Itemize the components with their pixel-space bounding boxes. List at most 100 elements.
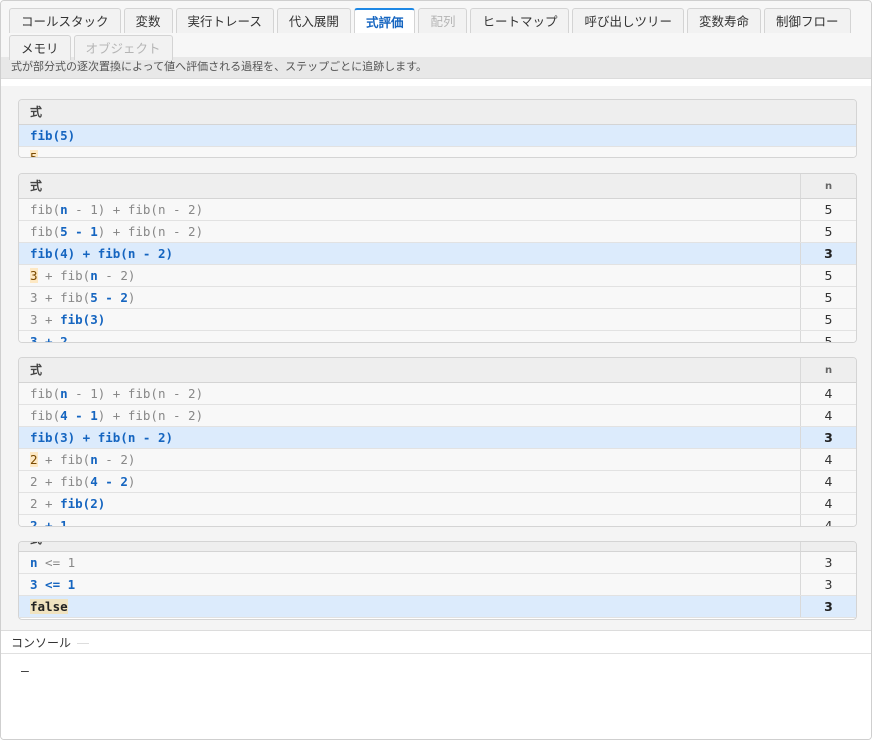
table-row-current[interactable]: fib(3) + fib(n - 2) 3 — [19, 427, 856, 449]
n-value-cell: 4 — [800, 493, 856, 514]
tab-2[interactable]: 実行トレース — [175, 8, 274, 33]
column-header-n: n — [800, 542, 856, 551]
expression-text: <= 1 — [37, 555, 76, 570]
column-header-expression: 式 — [30, 105, 43, 119]
column-header-n: n — [800, 174, 856, 198]
expression-text: fib( — [30, 386, 61, 401]
table-row[interactable]: fib(n - 1) + fib(n - 2) 5 — [19, 199, 856, 221]
expression-cell: 2 + fib(n - 2) — [19, 449, 799, 471]
tab-0[interactable]: コールスタック — [9, 8, 121, 33]
active-subexpression: n — [90, 452, 98, 467]
expression-text: - 2) — [97, 452, 136, 467]
table-row[interactable]: fib(5 - 1) + fib(n - 2) 5 — [19, 221, 856, 243]
n-value-cell: 4 — [800, 449, 856, 470]
expression-cell: 5 — [19, 147, 856, 157]
expression-text: - 2) — [97, 268, 136, 283]
panel-inner: 式 n fib(n - 1) + fib(n - 2) 4 fib(4 - 1) + f… — [19, 358, 856, 526]
n-value-cell: 4 — [800, 405, 856, 426]
n-value-cell: 3 — [800, 552, 856, 573]
n-value-cell: 3 — [800, 596, 856, 617]
expression-cell: n <= 1 — [19, 552, 799, 574]
expression-cell: fib(3) + fib(n - 2) — [19, 427, 799, 449]
n-value-cell: 4 — [800, 383, 856, 404]
expression-text: fib(3) — [30, 430, 76, 445]
expression-text: fib( — [30, 224, 61, 239]
n-value-cell: 4 — [800, 471, 856, 492]
console-header: コンソール — [1, 630, 871, 654]
table-row[interactable]: 3 + fib(3) 5 — [19, 309, 856, 331]
panel-inner: 式 fib(5) 5 — [19, 100, 856, 157]
active-subexpression: n — [30, 555, 38, 570]
expr-panel-base-case[interactable]: 式nn <= 133 <= 13false3 — [18, 541, 857, 620]
column-header-n: n — [800, 358, 856, 382]
active-subexpression: fib(2) — [60, 496, 106, 511]
expr-panel-fib5[interactable]: 式 fib(5) 5 — [18, 99, 857, 158]
table-row[interactable]: 2 + fib(4 - 2) 4 — [19, 471, 856, 493]
table-row[interactable]: 2 + fib(n - 2) 4 — [19, 449, 856, 471]
n-value-cell: 5 — [800, 309, 856, 330]
console-output[interactable]: — — [1, 654, 871, 739]
tab-4[interactable]: 式評価 — [353, 8, 416, 33]
tab-6[interactable]: ヒートマップ — [470, 8, 570, 33]
active-subexpression: 5 - 1 — [60, 224, 98, 239]
expression-text: fib( — [30, 202, 61, 217]
expression-text: - 1) + fib(n - 2) — [67, 386, 204, 401]
active-subexpression: n — [60, 386, 68, 401]
active-subexpression: n — [90, 268, 98, 283]
expr-panel-fib3[interactable]: 式 n fib(n - 1) + fib(n - 2) 4 fib(4 - 1) + f… — [18, 357, 857, 527]
active-subexpression: 4 - 1 — [60, 408, 98, 423]
expr-panel-fib4[interactable]: 式 n fib(n - 1) + fib(n - 2) 5 fib(5 - 1) + f… — [18, 173, 857, 343]
expression-cell: 3 + 2 — [19, 331, 799, 343]
expression-text: - 1) + fib(n - 2) — [67, 202, 204, 217]
tab-9[interactable]: 制御フロー — [764, 8, 851, 33]
active-subexpression: 4 - 2 — [90, 474, 128, 489]
table-row[interactable]: 3 + fib(n - 2) 5 — [19, 265, 856, 287]
active-subexpression: 3 <= 1 — [30, 577, 76, 592]
expression-cell: fib(4) + fib(n - 2) — [19, 243, 799, 265]
evaluated-value: 3 — [30, 268, 38, 283]
table-row[interactable]: 2 + 1 4 — [19, 515, 856, 526]
console-title: コンソール — [11, 636, 72, 650]
expression-eval-pane[interactable]: 式 fib(5) 5 式 n fib(n - 1) + fib(n - 2) 5 fib(5… — [1, 86, 871, 630]
active-subexpression: 3 + 2 — [30, 334, 68, 343]
table-row[interactable]: fib(4 - 1) + fib(n - 2) 4 — [19, 405, 856, 427]
expression-cell: fib(4 - 1) + fib(n - 2) — [19, 405, 799, 427]
active-subexpression: n — [60, 202, 68, 217]
table-header: 式n — [19, 542, 856, 552]
table-row[interactable]: n <= 13 — [19, 552, 856, 574]
evaluated-value: 2 — [30, 452, 38, 467]
table-row[interactable]: 5 — [19, 147, 856, 157]
table-header: 式n — [19, 358, 856, 383]
n-value-cell: 5 — [800, 287, 856, 308]
table-row[interactable]: 3 <= 1 3 — [19, 574, 856, 596]
expression-cell: fib(n - 1) + fib(n - 2) — [19, 199, 799, 221]
table-row[interactable]: 3 + 2 5 — [19, 331, 856, 343]
column-header-expression: 式 — [30, 363, 43, 377]
table-row-current[interactable]: false 3 — [19, 596, 856, 618]
table-row-current[interactable]: fib(4) + fib(n - 2) 3 — [19, 243, 856, 265]
table-row[interactable]: 2 + fib(2) 4 — [19, 493, 856, 515]
panel-inner: 式nn <= 133 <= 13false3 — [19, 542, 856, 618]
expression-text: ) + fib(n - 2) — [97, 224, 204, 239]
table-row[interactable]: fib(n - 1) + fib(n - 2) 4 — [19, 383, 856, 405]
table-row-current[interactable]: fib(5) — [19, 125, 856, 147]
active-subexpression: fib(3) — [60, 312, 106, 327]
expression-cell: 2 + fib(4 - 2) — [19, 471, 799, 493]
tab-bar: コールスタック 変数 実行トレース 代入展開 式評価 配列 ヒートマップ 呼び出しツリー 変数寿… — [1, 1, 871, 60]
tab-8[interactable]: 変数寿命 — [687, 8, 762, 33]
column-header-expression: 式 — [19, 542, 799, 552]
tab-7[interactable]: 呼び出しツリー — [572, 8, 684, 33]
expression-cell: fib(n - 1) + fib(n - 2) — [19, 383, 799, 405]
expression-text: fib(5) — [30, 128, 76, 143]
evaluated-value: 5 — [30, 150, 38, 157]
table-row[interactable]: 3 + fib(5 - 2) 5 — [19, 287, 856, 309]
table-header: 式n — [19, 174, 856, 199]
n-value-cell: 4 — [800, 515, 856, 526]
n-value-cell: 5 — [800, 221, 856, 242]
n-value-cell: 5 — [800, 265, 856, 286]
n-value-cell: 3 — [800, 574, 856, 595]
tab-3[interactable]: 代入展開 — [276, 8, 351, 33]
expression-text: 3 + fib( — [30, 290, 91, 305]
expression-text: ) — [127, 474, 136, 489]
tab-1[interactable]: 変数 — [123, 8, 173, 33]
